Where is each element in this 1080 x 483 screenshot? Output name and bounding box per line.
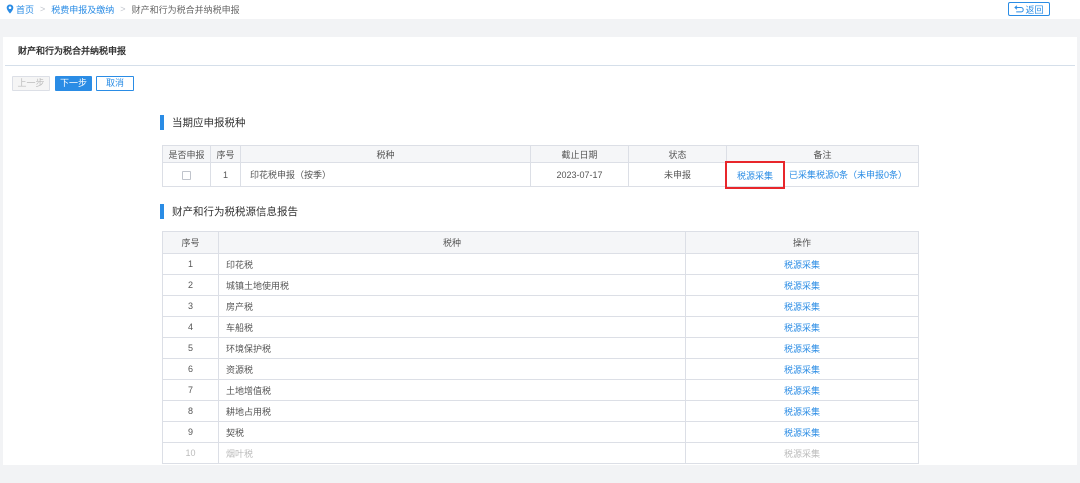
source-collect-link[interactable]: 税源采集 — [784, 407, 820, 417]
status: 未申报 — [628, 162, 727, 187]
breadcrumb: 首页 > 税费申报及缴纳 > 财产和行为税合并纳税申报 — [6, 2, 240, 16]
row-index: 10 — [162, 442, 219, 464]
source-collect-link[interactable]: 税源采集 — [784, 344, 820, 354]
tax-type-name: 印花税申报（按季） — [240, 162, 531, 187]
tax-type-name: 城镇土地使用税 — [218, 274, 686, 296]
tax-type-name: 房产税 — [218, 295, 686, 317]
action-cell: 税源采集 — [685, 358, 919, 380]
main-panel: 财产和行为税合并纳税申报 上一步 下一步 取消 当期应申报税种 是否申报 序号 … — [3, 37, 1077, 465]
row-index: 5 — [162, 337, 219, 359]
column-header-index: 序号 — [210, 145, 241, 163]
row-index: 9 — [162, 421, 219, 443]
row-index: 1 — [162, 253, 219, 275]
row-index: 6 — [162, 358, 219, 380]
column-header-index: 序号 — [162, 231, 219, 254]
back-button-label: 返回 — [1025, 4, 1044, 15]
action-cell: 税源采集 — [685, 442, 919, 464]
table-row: 7 土地增值税 税源采集 — [162, 379, 919, 401]
table-row: 1 印花税 税源采集 — [162, 253, 919, 275]
return-icon — [1014, 5, 1025, 13]
back-button[interactable]: 返回 — [1008, 2, 1050, 16]
remark-cell: 税源采集 已采集税源0条（未申报0条） — [725, 161, 919, 189]
tax-type-name: 烟叶税 — [218, 442, 686, 464]
table-row: 9 契税 税源采集 — [162, 421, 919, 443]
source-collect-link[interactable]: 税源采集 — [725, 161, 785, 189]
tax-type-name: 耕地占用税 — [218, 400, 686, 422]
tax-source-rows: 1 印花税 税源采集 2 城镇土地使用税 税源采集 3 房产税 税源采集 4 车船税 税源采集 5 环境保… — [162, 253, 919, 464]
source-collect-link[interactable]: 税源采集 — [784, 386, 820, 396]
tax-type-name: 环境保护税 — [218, 337, 686, 359]
action-cell: 税源采集 — [685, 421, 919, 443]
tax-source-table: 序号 税种 操作 1 印花税 税源采集 2 城镇土地使用税 税源采集 3 房产税 税源采集 4 车船… — [162, 231, 919, 464]
tax-type-name: 印花税 — [218, 253, 686, 275]
tab-divider — [5, 65, 1075, 66]
prev-step-button[interactable]: 上一步 — [12, 76, 50, 91]
column-header-tax-type: 税种 — [240, 145, 531, 163]
section-title-tax-source-report: 财产和行为税税源信息报告 — [160, 204, 298, 219]
breadcrumb-current: 财产和行为税合并纳税申报 — [131, 4, 240, 15]
source-collect-link[interactable]: 税源采集 — [784, 302, 820, 312]
column-header-action: 操作 — [685, 231, 919, 254]
action-cell: 税源采集 — [685, 253, 919, 275]
action-cell: 税源采集 — [685, 274, 919, 296]
source-collect-link[interactable]: 税源采集 — [784, 428, 820, 438]
source-collect-link[interactable]: 税源采集 — [784, 260, 820, 270]
action-cell: 税源采集 — [685, 400, 919, 422]
declare-tax-table: 是否申报 序号 税种 截止日期 状态 备注 1 印花税申报（按季） 2023-0… — [162, 145, 919, 189]
declare-cell — [162, 162, 211, 187]
action-cell: 税源采集 — [685, 295, 919, 317]
column-header-deadline: 截止日期 — [530, 145, 629, 163]
next-step-button[interactable]: 下一步 — [55, 76, 92, 91]
row-index: 1 — [210, 162, 241, 187]
action-cell: 税源采集 — [685, 379, 919, 401]
section-title-bar — [160, 204, 164, 219]
breadcrumb-separator: > — [120, 4, 126, 14]
column-header-status: 状态 — [628, 145, 727, 163]
source-collect-link[interactable]: 税源采集 — [784, 449, 820, 459]
table-row: 8 耕地占用税 税源采集 — [162, 400, 919, 422]
table-row: 10 烟叶税 税源采集 — [162, 442, 919, 464]
tax-type-name: 资源税 — [218, 358, 686, 380]
tab-property-behavior-tax[interactable]: 财产和行为税合并纳税申报 — [18, 43, 126, 59]
row-index: 2 — [162, 274, 219, 296]
column-header-declare: 是否申报 — [162, 145, 211, 163]
action-cell: 税源采集 — [685, 337, 919, 359]
column-header-tax-type: 税种 — [218, 231, 686, 254]
source-collect-link[interactable]: 税源采集 — [784, 365, 820, 375]
table-row: 3 房产税 税源采集 — [162, 295, 919, 317]
top-bar: 首页 > 税费申报及缴纳 > 财产和行为税合并纳税申报 返回 — [0, 0, 1080, 19]
section-title-current-taxes: 当期应申报税种 — [160, 115, 246, 130]
section-title-bar — [160, 115, 164, 130]
source-collect-link[interactable]: 税源采集 — [784, 281, 820, 291]
breadcrumb-home[interactable]: 首页 — [16, 3, 34, 16]
tax-type-name: 契税 — [218, 421, 686, 443]
breadcrumb-separator: > — [40, 4, 46, 14]
table-row: 1 印花税申报（按季） 2023-07-17 未申报 税源采集 已采集税源0条（… — [162, 161, 919, 189]
table-row: 2 城镇土地使用税 税源采集 — [162, 274, 919, 296]
tax-type-name: 土地增值税 — [218, 379, 686, 401]
tax-type-name: 车船税 — [218, 316, 686, 338]
location-pin-icon — [6, 4, 14, 14]
row-index: 7 — [162, 379, 219, 401]
section-title-text: 财产和行为税税源信息报告 — [172, 206, 298, 218]
section-title-text: 当期应申报税种 — [172, 117, 246, 129]
cancel-button[interactable]: 取消 — [96, 76, 134, 91]
deadline: 2023-07-17 — [530, 162, 629, 187]
table-row: 6 资源税 税源采集 — [162, 358, 919, 380]
source-collect-link[interactable]: 税源采集 — [784, 323, 820, 333]
table-header-row: 序号 税种 操作 — [162, 231, 919, 254]
row-index: 8 — [162, 400, 219, 422]
collected-count-link[interactable]: 已采集税源0条（未申报0条） — [789, 163, 907, 186]
breadcrumb-tax-filing[interactable]: 税费申报及缴纳 — [51, 3, 114, 16]
column-header-remark: 备注 — [726, 145, 919, 163]
table-row: 4 车船税 税源采集 — [162, 316, 919, 338]
checkbox-icon[interactable] — [182, 170, 191, 180]
table-row: 5 环境保护税 税源采集 — [162, 337, 919, 359]
action-cell: 税源采集 — [685, 316, 919, 338]
row-index: 4 — [162, 316, 219, 338]
row-index: 3 — [162, 295, 219, 317]
table-header-row: 是否申报 序号 税种 截止日期 状态 备注 — [162, 145, 919, 163]
